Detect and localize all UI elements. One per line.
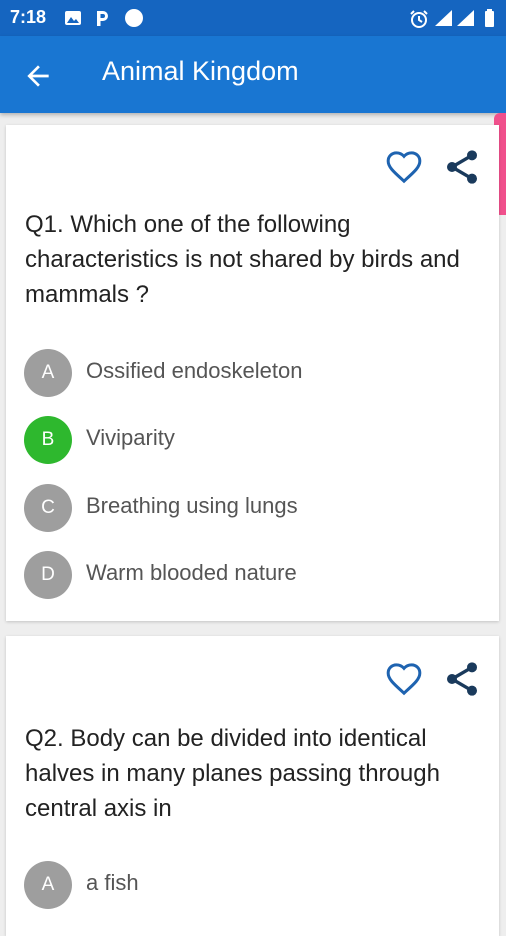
option-text: a fish [86,870,139,895]
option-letter-badge: A [24,349,72,397]
battery-icon [485,9,494,27]
option-a[interactable]: A a fish [24,861,464,909]
heart-icon[interactable] [384,147,424,187]
status-bar: 7:18 [0,0,506,36]
signal-2-icon [457,10,474,26]
image-notification-icon [65,11,81,25]
heart-icon[interactable] [384,659,424,699]
question-text: Q2. Body can be divided into identical h… [25,725,440,822]
question-card: Q2. Body can be divided into identical h… [6,636,499,936]
page-title: Animal Kingdom [102,56,299,86]
question-card: Q1. Which one of the following character… [6,125,499,621]
status-time: 7:18 [10,7,47,27]
option-text: Warm blooded nature [86,560,297,585]
option-letter-badge: D [24,551,72,599]
circle-notification-icon [125,9,143,27]
option-letter-badge: A [24,861,72,909]
option-letter-badge-correct: B [24,416,72,464]
option-d[interactable]: D Warm blooded nature [24,551,464,599]
option-text: Ossified endoskeleton [86,358,303,383]
app-bar: Animal Kingdom [0,36,506,113]
option-b[interactable]: B Viviparity [24,416,464,464]
share-icon[interactable] [442,147,482,187]
option-letter-badge: C [24,484,72,532]
question-text: Q1. Which one of the following character… [25,211,460,308]
signal-icon [435,10,452,26]
share-icon[interactable] [442,659,482,699]
option-text: Breathing using lungs [86,493,298,518]
option-a[interactable]: A Ossified endoskeleton [24,349,464,397]
parking-notification-icon [97,11,108,26]
option-text: Viviparity [86,425,175,450]
back-arrow-icon[interactable] [22,60,54,92]
alarm-icon [410,10,428,28]
option-c[interactable]: C Breathing using lungs [24,484,464,532]
